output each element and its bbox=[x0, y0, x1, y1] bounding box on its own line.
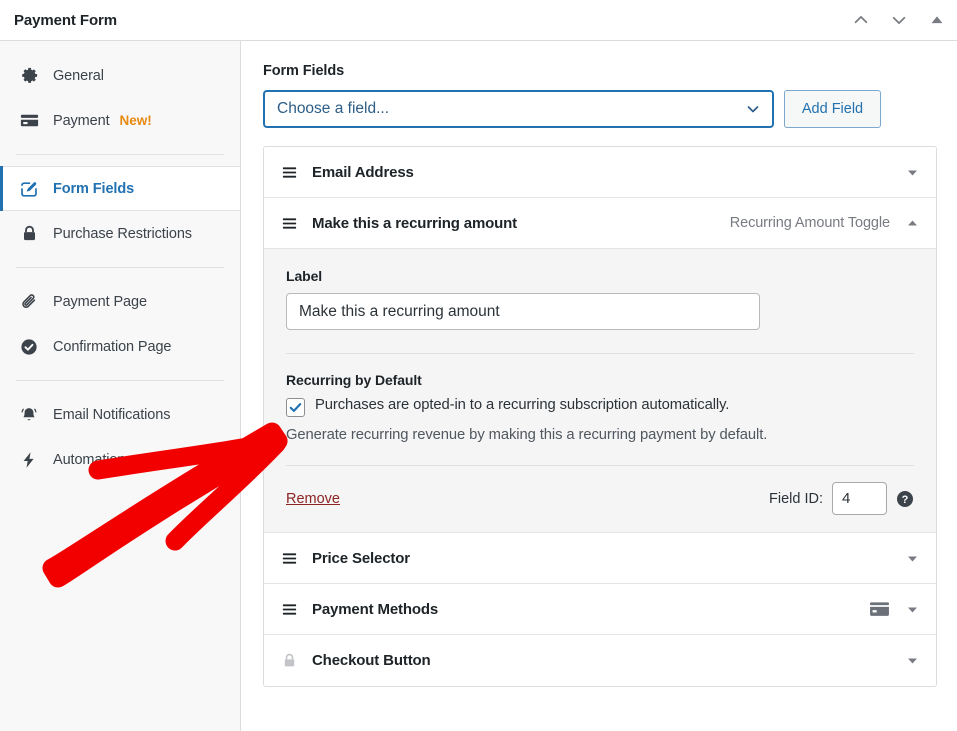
recurring-by-default-help-text: Generate recurring revenue by making thi… bbox=[286, 427, 768, 443]
field-id-input[interactable] bbox=[832, 482, 887, 515]
sidebar-item-label: Purchase Restrictions bbox=[53, 225, 192, 242]
field-row-actions: Recurring Amount Toggle bbox=[730, 215, 919, 231]
new-badge: New! bbox=[119, 113, 152, 128]
recurring-by-default-row: Purchases are opted-in to a recurring su… bbox=[286, 397, 914, 417]
sidebar-item-label: Automations bbox=[53, 451, 133, 468]
sidebar-item-label: Form Fields bbox=[53, 180, 135, 197]
lock-icon bbox=[18, 223, 40, 245]
drag-handle-icon[interactable] bbox=[280, 214, 298, 232]
field-row-actions bbox=[905, 165, 919, 179]
lightning-bolt-icon bbox=[18, 449, 40, 471]
sidebar-item-payment-page[interactable]: Payment Page bbox=[0, 279, 240, 324]
recurring-by-default-block: Recurring by Default Purchases are opted… bbox=[286, 354, 914, 443]
field-row-actions bbox=[905, 551, 919, 565]
drag-handle-icon[interactable] bbox=[280, 549, 298, 567]
field-row-recurring-amount[interactable]: Make this a recurring amount Recurring A… bbox=[264, 198, 936, 249]
caret-down-icon[interactable] bbox=[905, 654, 919, 668]
field-row-label: Email Address bbox=[312, 163, 414, 181]
caret-down-icon[interactable] bbox=[905, 602, 919, 616]
sidebar-divider bbox=[16, 380, 224, 381]
caret-up-icon[interactable] bbox=[905, 216, 919, 230]
lock-icon bbox=[280, 652, 298, 670]
page-title: Payment Form bbox=[14, 11, 117, 29]
bell-icon bbox=[18, 404, 40, 426]
field-row-checkout-button[interactable]: Checkout Button bbox=[264, 635, 936, 686]
field-row-actions bbox=[869, 601, 919, 618]
chevron-down-icon[interactable] bbox=[889, 10, 909, 30]
form-fields-list: Email Address Make this a recurring amou… bbox=[263, 146, 937, 687]
sidebar-item-automations[interactable]: Automations bbox=[0, 437, 240, 482]
drag-handle-icon[interactable] bbox=[280, 163, 298, 181]
sidebar-group-2: Form Fields Purchase Restrictions bbox=[0, 166, 240, 256]
field-settings-footer: Remove Field ID: ? bbox=[286, 466, 914, 532]
sidebar-divider bbox=[16, 267, 224, 268]
field-row-label: Checkout Button bbox=[312, 652, 431, 669]
field-row-email-address[interactable]: Email Address bbox=[264, 147, 936, 198]
field-row-label: Make this a recurring amount bbox=[312, 214, 518, 232]
sidebar-item-label: General bbox=[53, 67, 104, 84]
paperclip-icon bbox=[18, 291, 40, 313]
recurring-by-default-checkbox-label: Purchases are opted-in to a recurring su… bbox=[315, 397, 730, 413]
credit-card-icon bbox=[869, 601, 890, 618]
sidebar-item-purchase-restrictions[interactable]: Purchase Restrictions bbox=[0, 211, 240, 256]
field-type-label: Recurring Amount Toggle bbox=[729, 215, 890, 231]
field-row-label: Price Selector bbox=[312, 549, 410, 567]
caret-down-icon[interactable] bbox=[905, 551, 919, 565]
field-row-price-selector[interactable]: Price Selector bbox=[264, 533, 936, 584]
sidebar-group-3: Payment Page Confirmation Page bbox=[0, 279, 240, 369]
form-fields-panel: Form Fields Choose a field... Add Field … bbox=[242, 41, 957, 731]
payment-form-window: Payment Form General Payment New! Form F… bbox=[0, 0, 957, 731]
credit-card-icon bbox=[18, 110, 40, 132]
sidebar-item-form-fields[interactable]: Form Fields bbox=[0, 166, 240, 211]
sidebar-item-label: Payment bbox=[53, 112, 110, 129]
window-titlebar: Payment Form bbox=[0, 0, 957, 41]
label-input[interactable] bbox=[286, 293, 760, 330]
choose-field-value: Choose a field... bbox=[277, 100, 390, 117]
sidebar-item-confirmation-page[interactable]: Confirmation Page bbox=[0, 324, 240, 369]
sidebar-item-label: Email Notifications bbox=[53, 406, 171, 423]
field-id-group: Field ID: ? bbox=[769, 482, 914, 515]
section-heading: Form Fields bbox=[263, 63, 345, 79]
window-controls bbox=[851, 10, 947, 30]
drag-handle-icon[interactable] bbox=[280, 600, 298, 618]
add-field-row: Choose a field... Add Field bbox=[263, 90, 937, 128]
sidebar-item-label: Payment Page bbox=[53, 293, 147, 310]
field-id-label: Field ID: bbox=[769, 490, 823, 507]
chevron-down-icon bbox=[745, 101, 761, 117]
edit-square-icon bbox=[18, 178, 40, 200]
gear-icon bbox=[18, 65, 40, 87]
label-field-heading: Label bbox=[286, 268, 323, 284]
sidebar-item-email-notifications[interactable]: Email Notifications bbox=[0, 392, 240, 437]
collapse-triangle-icon[interactable] bbox=[927, 10, 947, 30]
field-row-payment-methods[interactable]: Payment Methods bbox=[264, 584, 936, 635]
caret-down-icon[interactable] bbox=[905, 165, 919, 179]
sidebar-group-4: Email Notifications Automations bbox=[0, 392, 240, 482]
recurring-by-default-checkbox[interactable] bbox=[286, 398, 305, 417]
settings-sidebar: General Payment New! Form Fields Purchas… bbox=[0, 41, 241, 731]
remove-field-link[interactable]: Remove bbox=[286, 491, 340, 507]
add-field-button[interactable]: Add Field bbox=[784, 90, 881, 128]
question-circle-icon[interactable]: ? bbox=[896, 490, 914, 508]
sidebar-item-payment[interactable]: Payment New! bbox=[0, 98, 240, 143]
sidebar-divider bbox=[16, 154, 224, 155]
field-row-label: Payment Methods bbox=[312, 600, 439, 618]
svg-text:?: ? bbox=[902, 494, 909, 506]
recurring-by-default-heading: Recurring by Default bbox=[286, 372, 422, 388]
sidebar-group-1: General Payment New! bbox=[0, 53, 240, 143]
recurring-amount-settings: Label Recurring by Default Purchases are… bbox=[264, 249, 936, 533]
check-circle-icon bbox=[18, 336, 40, 358]
sidebar-item-label: Confirmation Page bbox=[53, 338, 172, 355]
field-row-actions bbox=[905, 654, 919, 668]
choose-field-select[interactable]: Choose a field... bbox=[263, 90, 774, 128]
sidebar-item-general[interactable]: General bbox=[0, 53, 240, 98]
chevron-up-icon[interactable] bbox=[851, 10, 871, 30]
